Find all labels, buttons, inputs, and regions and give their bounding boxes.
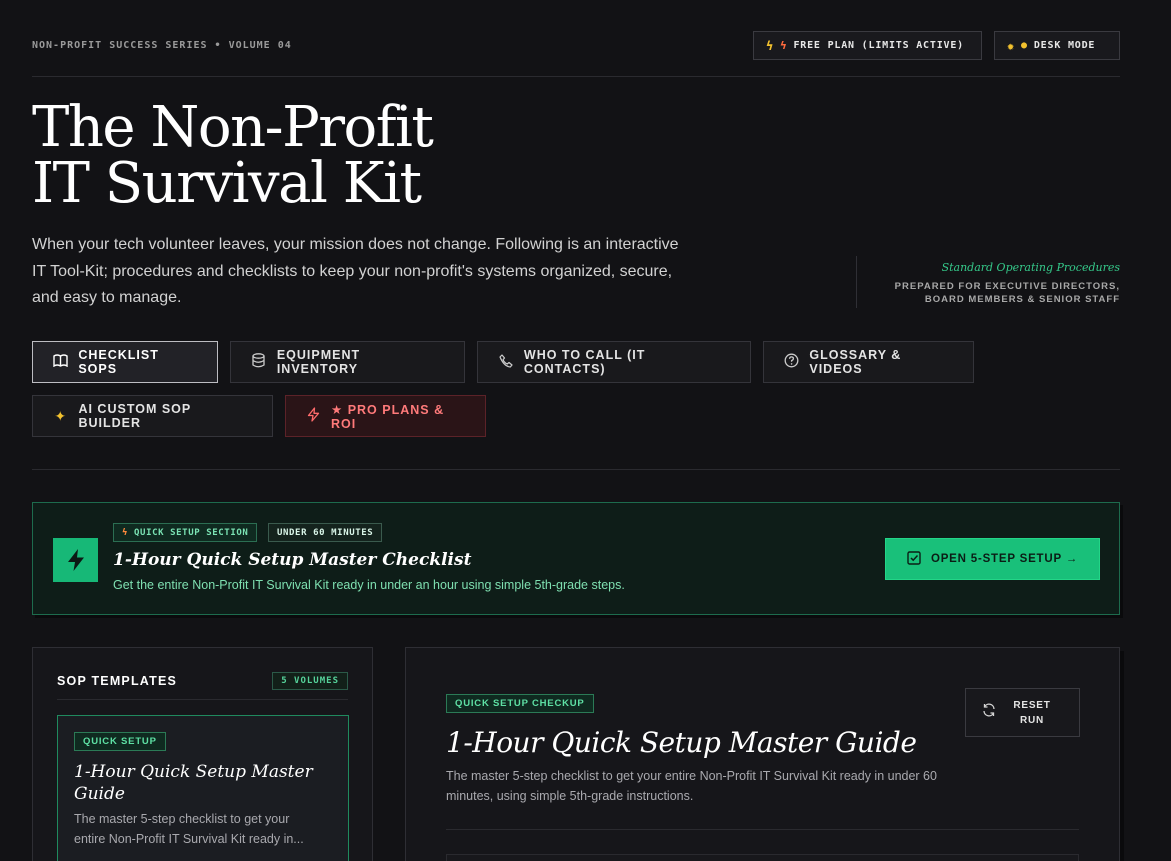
title-line-1: The Non-Profit — [32, 95, 434, 160]
card-description: The master 5-step checklist to get your … — [74, 812, 304, 846]
mode-label: DESK MODE — [1033, 40, 1096, 51]
series-label: NON-PROFIT SUCCESS SERIES • VOLUME 04 — [32, 40, 292, 51]
help-circle-icon — [784, 353, 799, 371]
tab-label: ★ PRO PLANS & ROI — [331, 402, 445, 431]
quick-setup-banner: ϟ QUICK SETUP SECTION UNDER 60 MINUTES 1… — [32, 502, 1120, 615]
volume-count-badge: 5 VOLUMES — [272, 672, 348, 690]
tab-equipment-inventory[interactable]: EQUIPMENT INVENTORY — [230, 341, 465, 383]
guide-title: 1-Hour Quick Setup Master Guide — [446, 726, 917, 759]
guide-panel: QUICK SETUP CHECKUP 1-Hour Quick Setup M… — [405, 647, 1120, 861]
card-title: 1-Hour Quick Setup Master Guide — [74, 762, 313, 804]
flame-icon: ϟ — [780, 39, 788, 52]
sop-title: Standard Operating Procedures — [941, 261, 1120, 274]
sop-subtitle-line-2: BOARD MEMBERS & SENIOR STAFF — [924, 294, 1120, 305]
reset-label-line-2: RUN — [1019, 714, 1045, 726]
reset-run-button[interactable]: RESET RUN — [965, 688, 1080, 737]
tab-label: WHO TO CALL (IT CONTACTS) — [523, 348, 646, 376]
tab-label: EQUIPMENT INVENTORY — [276, 348, 361, 376]
free-plan-button[interactable]: ϟ ϟ FREE PLAN (LIMITS ACTIVE) — [753, 31, 982, 60]
banner-description: Get the entire Non-Profit IT Survival Ki… — [113, 578, 625, 592]
sun-icon: ✹ — [1007, 38, 1016, 53]
title-line-2: IT Survival Kit — [32, 151, 422, 216]
bolt-icon — [306, 407, 321, 425]
tag-label: UNDER 60 MINUTES — [277, 527, 374, 538]
template-card-quick-setup[interactable]: QUICK SETUP 1-Hour Quick Setup Master Gu… — [57, 715, 349, 861]
quick-setup-section-tag: ϟ QUICK SETUP SECTION — [113, 523, 258, 542]
section-divider — [32, 469, 1120, 470]
guide-description: The master 5-step checklist to get your … — [446, 769, 937, 803]
desk-mode-button[interactable]: ✹ ● DESK MODE — [994, 31, 1120, 60]
sop-subtitle-line-1: PREPARED FOR EXECUTIVE DIRECTORS, — [894, 281, 1120, 292]
phone-icon — [498, 353, 514, 371]
tab-glossary-videos[interactable]: GLOSSARY & VIDEOS — [763, 341, 974, 383]
sparkles-icon: ✦ — [54, 407, 68, 424]
open-setup-button[interactable]: OPEN 5-STEP SETUP → — [885, 538, 1100, 580]
sop-subtitle: PREPARED FOR EXECUTIVE DIRECTORS, BOARD … — [857, 280, 1120, 306]
reset-label: RESET RUN — [1012, 698, 1052, 728]
checkbox-icon — [907, 550, 921, 568]
guide-divider — [446, 829, 1079, 830]
tab-label: GLOSSARY & VIDEOS — [809, 348, 902, 376]
tab-checklist-sops[interactable]: CHECKLIST SOPS — [32, 341, 218, 383]
templates-divider — [57, 699, 348, 700]
banner-title: 1-Hour Quick Setup Master Checklist — [113, 550, 472, 570]
tab-label: CHECKLIST SOPS — [78, 348, 159, 376]
flame-icon: ϟ — [122, 527, 129, 538]
plan-label: FREE PLAN (LIMITS ACTIVE) — [793, 40, 964, 51]
intro-text: When your tech volunteer leaves, your mi… — [32, 236, 679, 306]
bolt-icon — [53, 538, 98, 582]
sop-templates-panel: SOP TEMPLATES 5 VOLUMES QUICK SETUP 1-Ho… — [32, 647, 373, 861]
templates-heading: SOP TEMPLATES — [57, 674, 178, 688]
tag-label: QUICK SETUP SECTION — [134, 527, 249, 538]
book-icon — [53, 354, 68, 370]
page-title: The Non-Profit IT Survival Kit — [32, 95, 434, 216]
card-badge: QUICK SETUP — [74, 732, 166, 751]
refresh-icon — [982, 703, 996, 722]
tab-pro-plans[interactable]: ★ PRO PLANS & ROI — [285, 395, 486, 437]
top-bar: NON-PROFIT SUCCESS SERIES • VOLUME 04 ϟ … — [32, 31, 1120, 77]
guide-step-container — [446, 854, 1079, 861]
open-setup-label: OPEN 5-STEP SETUP → — [930, 553, 1079, 565]
lightbulb-icon: ● — [1021, 40, 1028, 51]
reset-label-line-1: RESET — [1013, 699, 1051, 711]
tab-ai-sop-builder[interactable]: ✦ AI CUSTOM SOP BUILDER — [32, 395, 273, 437]
bolt-icon: ϟ — [766, 38, 775, 53]
tab-who-to-call[interactable]: WHO TO CALL (IT CONTACTS) — [477, 341, 751, 383]
database-icon — [251, 353, 267, 371]
tab-label: AI CUSTOM SOP BUILDER — [78, 402, 192, 430]
sop-attribution: Standard Operating Procedures PREPARED F… — [856, 256, 1120, 308]
duration-tag: UNDER 60 MINUTES — [268, 523, 383, 542]
guide-badge: QUICK SETUP CHECKUP — [446, 694, 594, 713]
